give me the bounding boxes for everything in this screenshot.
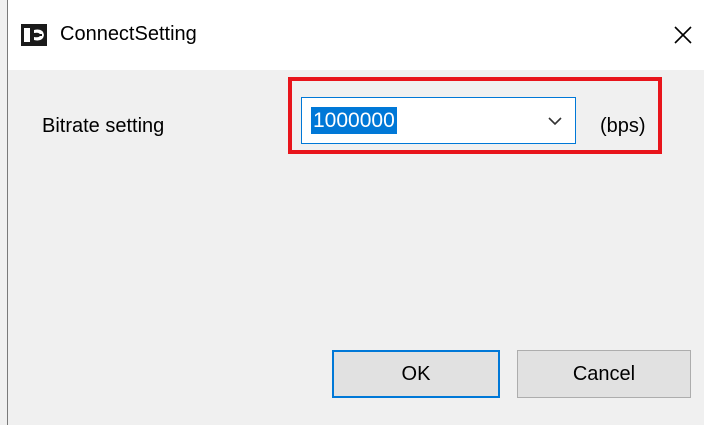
dialog-content: Bitrate setting 1000000 (bps) OK Cancel <box>8 70 704 425</box>
app-logo-icon <box>21 24 47 46</box>
bitrate-value[interactable]: 1000000 <box>311 107 397 134</box>
cancel-button[interactable]: Cancel <box>517 350 691 398</box>
close-button[interactable] <box>662 14 704 56</box>
close-icon <box>674 26 692 44</box>
window-title: ConnectSetting <box>60 23 197 45</box>
chevron-down-icon[interactable] <box>547 114 563 128</box>
connect-setting-dialog: ConnectSetting Bitrate setting 1000000 (… <box>0 0 704 425</box>
ok-button[interactable]: OK <box>332 350 500 398</box>
unit-label: (bps) <box>600 115 646 137</box>
title-bar: ConnectSetting <box>8 0 704 70</box>
bitrate-combobox[interactable]: 1000000 <box>301 97 576 144</box>
bitrate-setting-label: Bitrate setting <box>42 115 165 137</box>
